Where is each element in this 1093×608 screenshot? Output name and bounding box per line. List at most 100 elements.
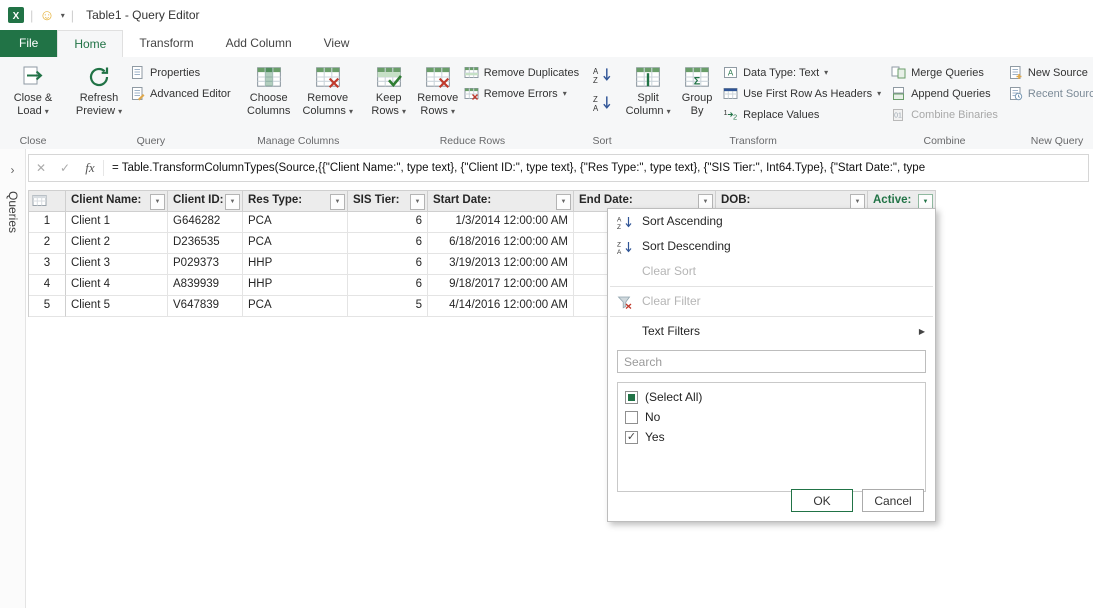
popup-buttons: OK Cancel [791,489,924,512]
filter-option-no[interactable]: No [618,407,925,427]
tab-transform[interactable]: Transform [123,30,209,57]
checkbox-indeterminate[interactable] [625,390,638,404]
ribbon-tab-bar: File Home Transform Add Column View [0,30,1093,58]
remove-duplicates-button[interactable]: Remove Duplicates [464,64,579,81]
tab-file[interactable]: File [0,30,58,57]
remove-rows-button[interactable]: Remove Rows ▾ [415,60,461,118]
keep-rows-label: Keep Rows ▾ [371,92,407,117]
filter-dropdown-button[interactable]: ▼ [410,194,425,210]
column-header-res-type[interactable]: Res Type: ▼ [243,190,348,212]
remove-columns-label: Remove Columns ▾ [302,92,353,117]
replace-values-button[interactable]: 12 Replace Values [723,106,881,123]
filter-option-select-all[interactable]: (Select All) [618,387,925,407]
filter-menu-item-sort-descending[interactable]: Z A Sort Descending [608,234,935,259]
append-queries-button[interactable]: Append Queries [891,85,998,102]
ribbon-group-combine: Merge Queries Append Queries 01 Combine … [886,57,1003,149]
tab-home[interactable]: Home [57,30,124,57]
cell: Client 3 [66,254,168,275]
column-header-client-id[interactable]: Client ID: ▼ [168,190,243,212]
use-first-row-as-headers-button[interactable]: Use First Row As Headers ▾ [723,85,881,102]
tab-view[interactable]: View [308,30,366,57]
dropdown-caret-icon: ▾ [877,89,882,98]
row-number: 5 [29,296,66,317]
column-header-start-date[interactable]: Start Date: ▼ [428,190,574,212]
properties-button[interactable]: Properties [130,64,231,81]
filter-dropdown-button[interactable]: ▼ [556,194,571,210]
merge-queries-icon [891,65,906,80]
option-label: No [645,410,661,424]
formula-text[interactable]: = Table.TransformColumnTypes(Source,{{"C… [104,162,925,174]
remove-duplicates-label: Remove Duplicates [483,66,580,79]
first-row-headers-label: Use First Row As Headers [743,87,873,100]
filter-dropdown-button[interactable]: ▼ [150,194,165,210]
row-number-header[interactable] [29,190,66,212]
search-input[interactable] [617,350,926,373]
new-source-icon [1008,65,1023,80]
group-label-close: Close [19,135,47,147]
group-label-query: Query [136,135,166,147]
commit-formula-icon[interactable]: ✓ [53,161,77,175]
ribbon-group-query: Refresh Preview ▾ Properties Advanced Edi… [66,57,236,149]
combine-binaries-label: Combine Binaries [911,108,998,121]
remove-columns-button[interactable]: Remove Columns ▾ [300,60,356,118]
formula-bar: ✕ ✓ fx = Table.TransformColumnTypes(Sour… [28,154,1089,182]
filter-dropdown-button[interactable]: ▼ [330,194,345,210]
group-by-button[interactable]: Σ Group By [674,60,720,118]
filter-menu: A Z Sort Ascending Z A Sort Descending Clear S… [608,209,935,344]
sort-desc-icon: ZA [617,239,632,256]
ribbon-group-manage-columns: Choose Columns Remove Columns ▾ Manage Col… [236,57,361,149]
cancel-button[interactable]: Cancel [862,489,924,512]
dropdown-caret-icon: ▾ [118,107,123,116]
filter-option-yes[interactable]: ✓ Yes [618,427,925,447]
sort-ascending-button[interactable]: AZ [589,64,615,86]
sort-ascending-icon: AZ [593,67,611,84]
tab-add-column[interactable]: Add Column [210,30,308,57]
dropdown-caret-icon: ▾ [402,107,407,116]
column-header-sis-tier[interactable]: SIS Tier: ▼ [348,190,428,212]
data-type-button[interactable]: A Data Type: Text ▾ [723,64,881,81]
checkbox-checked[interactable]: ✓ [625,430,638,444]
keep-rows-button[interactable]: Keep Rows ▾ [366,60,412,118]
split-column-label: Split Column ▾ [625,92,671,117]
expand-queries-chevron-icon[interactable]: › [0,163,25,177]
queries-pane-collapsed[interactable]: › Queries [0,149,26,608]
remove-errors-button[interactable]: Remove Errors ▾ [464,85,579,102]
cell: PCA [243,212,348,233]
recent-sources-button[interactable]: Recent Sources [1008,85,1093,102]
cancel-formula-icon[interactable]: ✕ [29,161,53,175]
new-source-button[interactable]: New Source [1008,64,1093,81]
cell: G646282 [168,212,243,233]
cell: V647839 [168,296,243,317]
refresh-icon [87,62,111,92]
ok-button[interactable]: OK [791,489,853,512]
merge-queries-button[interactable]: Merge Queries [891,64,998,81]
checkbox-unchecked[interactable] [625,410,638,424]
menu-item-label: Sort Descending [642,239,731,253]
first-row-headers-icon [723,86,738,101]
cell: HHP [243,275,348,296]
close-and-load-button[interactable]: Close & Load ▾ [5,60,61,118]
filter-dropdown-button[interactable]: ▼ [225,194,240,210]
recent-sources-icon [1008,86,1023,101]
cell: 3/19/2013 12:00:00 AM [428,254,574,275]
column-label: End Date: [579,194,633,206]
dropdown-caret-icon: ▾ [451,107,456,116]
cell: HHP [243,254,348,275]
choose-columns-button[interactable]: Choose Columns [241,60,297,118]
svg-text:2: 2 [733,113,737,122]
quick-access-caret-icon[interactable]: ▾ [61,11,65,20]
split-column-button[interactable]: Split Column ▾ [625,60,671,118]
group-label-combine: Combine [923,135,966,147]
sort-descending-button[interactable]: ZA [589,92,615,114]
filter-menu-item-text-filters[interactable]: Text Filters ▶ [608,319,935,344]
close-load-label: Close & Load ▾ [13,92,53,117]
ribbon-group-sort: AZ ZA Sort [584,57,620,149]
refresh-preview-button[interactable]: Refresh Preview ▾ [71,60,127,118]
ribbon-group-close: Close & Load ▾ Close [0,57,66,149]
feedback-smiley-icon[interactable]: ☺ [39,8,54,23]
filter-menu-item-sort-ascending[interactable]: A Z Sort Ascending [608,209,935,234]
advanced-editor-button[interactable]: Advanced Editor [130,85,231,102]
filter-search [617,350,926,373]
column-header-client-name[interactable]: Client Name: ▼ [66,190,168,212]
column-label: DOB: [721,194,751,206]
